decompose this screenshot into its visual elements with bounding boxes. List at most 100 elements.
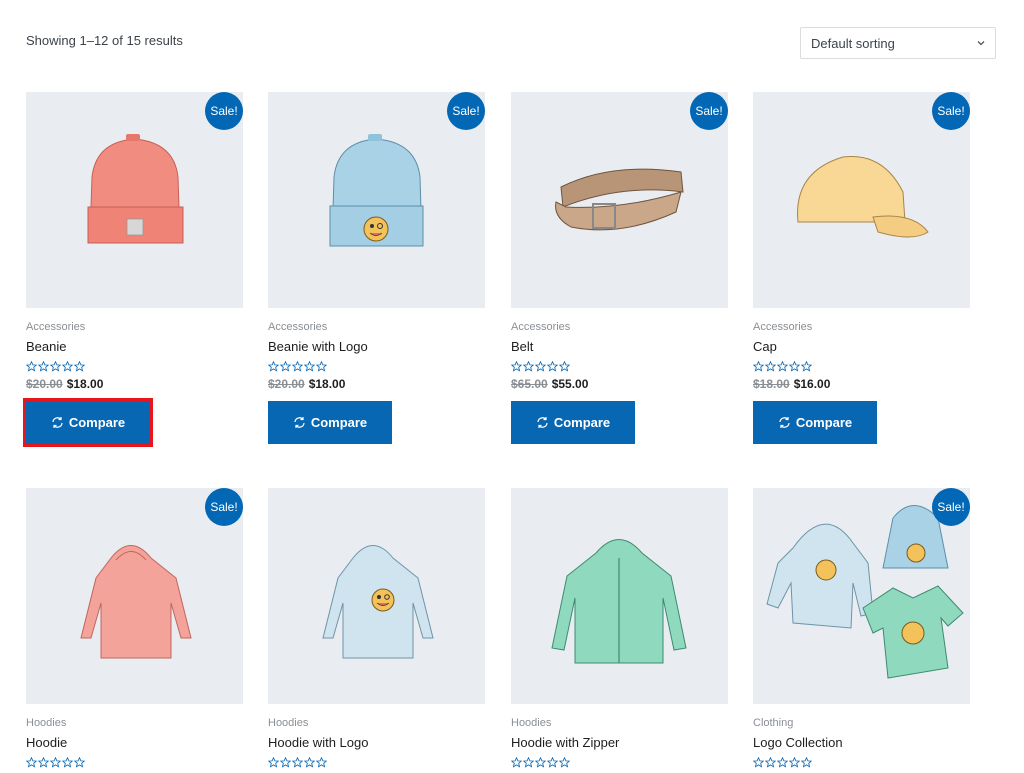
star-icon	[315, 359, 328, 372]
star-rating	[267, 755, 485, 769]
product-image[interactable]	[511, 488, 728, 704]
star-icon	[534, 755, 547, 768]
product-image[interactable]: Sale!	[753, 488, 970, 704]
product-price: $20.00 $18.00	[268, 377, 485, 391]
star-rating	[752, 755, 970, 769]
star-icon	[764, 755, 777, 768]
compare-button[interactable]: Compare	[23, 398, 153, 447]
product-card-hoodie-with-logo: Hoodies Hoodie with Logo	[267, 488, 485, 769]
star-icon	[303, 755, 316, 768]
star-rating	[510, 755, 728, 769]
product-title[interactable]: Hoodie	[26, 735, 243, 750]
star-icon	[279, 359, 292, 372]
star-icon	[73, 359, 86, 372]
star-icon	[61, 359, 74, 372]
result-count: Showing 1–12 of 15 results	[26, 33, 183, 48]
sorting-select[interactable]: Default sorting	[800, 27, 996, 59]
product-title[interactable]: Hoodie with Logo	[268, 735, 485, 750]
sale-price: $55.00	[551, 377, 589, 391]
sale-badge: Sale!	[205, 488, 243, 526]
star-icon	[776, 755, 789, 768]
product-card-belt: Sale! Accessories Belt $65.00 $55.00 Comp…	[510, 92, 728, 444]
sale-badge: Sale!	[932, 92, 970, 130]
star-icon	[510, 359, 523, 372]
star-rating	[25, 755, 243, 769]
product-image[interactable]: Sale!	[511, 92, 728, 308]
hoodie-with-logo-image	[322, 545, 434, 659]
refresh-icon	[537, 417, 548, 428]
compare-label: Compare	[795, 415, 853, 430]
star-icon	[291, 359, 304, 372]
product-image[interactable]: Sale!	[268, 92, 485, 308]
product-category[interactable]: Accessories	[511, 321, 728, 333]
star-icon	[510, 755, 523, 768]
product-category[interactable]: Hoodies	[26, 717, 243, 729]
sorting-selected-value: Default sorting	[811, 35, 895, 51]
hoodie-with-zipper-image	[551, 539, 687, 664]
star-icon	[73, 755, 86, 768]
star-icon	[303, 359, 316, 372]
sale-badge: Sale!	[447, 92, 485, 130]
product-card-hoodie: Sale! Hoodies Hoodie	[25, 488, 243, 769]
product-title[interactable]: Logo Collection	[753, 735, 970, 750]
sale-badge: Sale!	[205, 92, 243, 130]
star-icon	[558, 359, 571, 372]
star-icon	[800, 755, 813, 768]
product-category[interactable]: Accessories	[26, 321, 243, 333]
star-icon	[315, 755, 328, 768]
star-icon	[788, 755, 801, 768]
star-icon	[267, 755, 280, 768]
star-icon	[776, 359, 789, 372]
product-category[interactable]: Accessories	[753, 321, 970, 333]
product-category[interactable]: Hoodies	[511, 717, 728, 729]
product-card-hoodie-with-zipper: Hoodies Hoodie with Zipper	[510, 488, 728, 769]
compare-button[interactable]: Compare	[753, 401, 877, 444]
sale-price: $18.00	[308, 377, 346, 391]
product-image[interactable]: Sale!	[753, 92, 970, 308]
star-icon	[37, 359, 50, 372]
star-icon	[752, 755, 765, 768]
refresh-icon	[294, 417, 305, 428]
product-category[interactable]: Accessories	[268, 321, 485, 333]
old-price: $65.00	[511, 377, 548, 391]
chevron-down-icon	[977, 41, 985, 46]
star-icon	[752, 359, 765, 372]
star-icon	[25, 755, 38, 768]
product-title[interactable]: Beanie	[26, 339, 243, 354]
star-icon	[546, 755, 559, 768]
product-category[interactable]: Clothing	[753, 717, 970, 729]
compare-label: Compare	[553, 415, 611, 430]
star-icon	[800, 359, 813, 372]
star-rating	[752, 359, 970, 373]
star-icon	[788, 359, 801, 372]
product-title[interactable]: Belt	[511, 339, 728, 354]
sale-price: $18.00	[66, 377, 104, 391]
compare-label: Compare	[68, 415, 126, 430]
product-title[interactable]: Cap	[753, 339, 970, 354]
product-title[interactable]: Beanie with Logo	[268, 339, 485, 354]
star-icon	[522, 359, 535, 372]
star-icon	[522, 755, 535, 768]
star-icon	[25, 359, 38, 372]
product-category[interactable]: Hoodies	[268, 717, 485, 729]
star-icon	[49, 755, 62, 768]
product-price: $18.00 $16.00	[753, 377, 970, 391]
product-image[interactable]: Sale!	[26, 488, 243, 704]
sale-badge: Sale!	[932, 488, 970, 526]
star-icon	[558, 755, 571, 768]
compare-button[interactable]: Compare	[268, 401, 392, 444]
star-icon	[291, 755, 304, 768]
old-price: $20.00	[268, 377, 305, 391]
star-icon	[279, 755, 292, 768]
star-rating	[510, 359, 728, 373]
compare-label: Compare	[310, 415, 368, 430]
product-card-logo-collection: Sale! Clothing Logo Collection	[752, 488, 970, 769]
compare-button[interactable]: Compare	[511, 401, 635, 444]
product-image[interactable]	[268, 488, 485, 704]
product-price: $20.00 $18.00	[26, 377, 243, 391]
product-image[interactable]: Sale!	[26, 92, 243, 308]
old-price: $18.00	[753, 377, 790, 391]
product-title[interactable]: Hoodie with Zipper	[511, 735, 728, 750]
sale-badge: Sale!	[690, 92, 728, 130]
star-rating	[267, 359, 485, 373]
